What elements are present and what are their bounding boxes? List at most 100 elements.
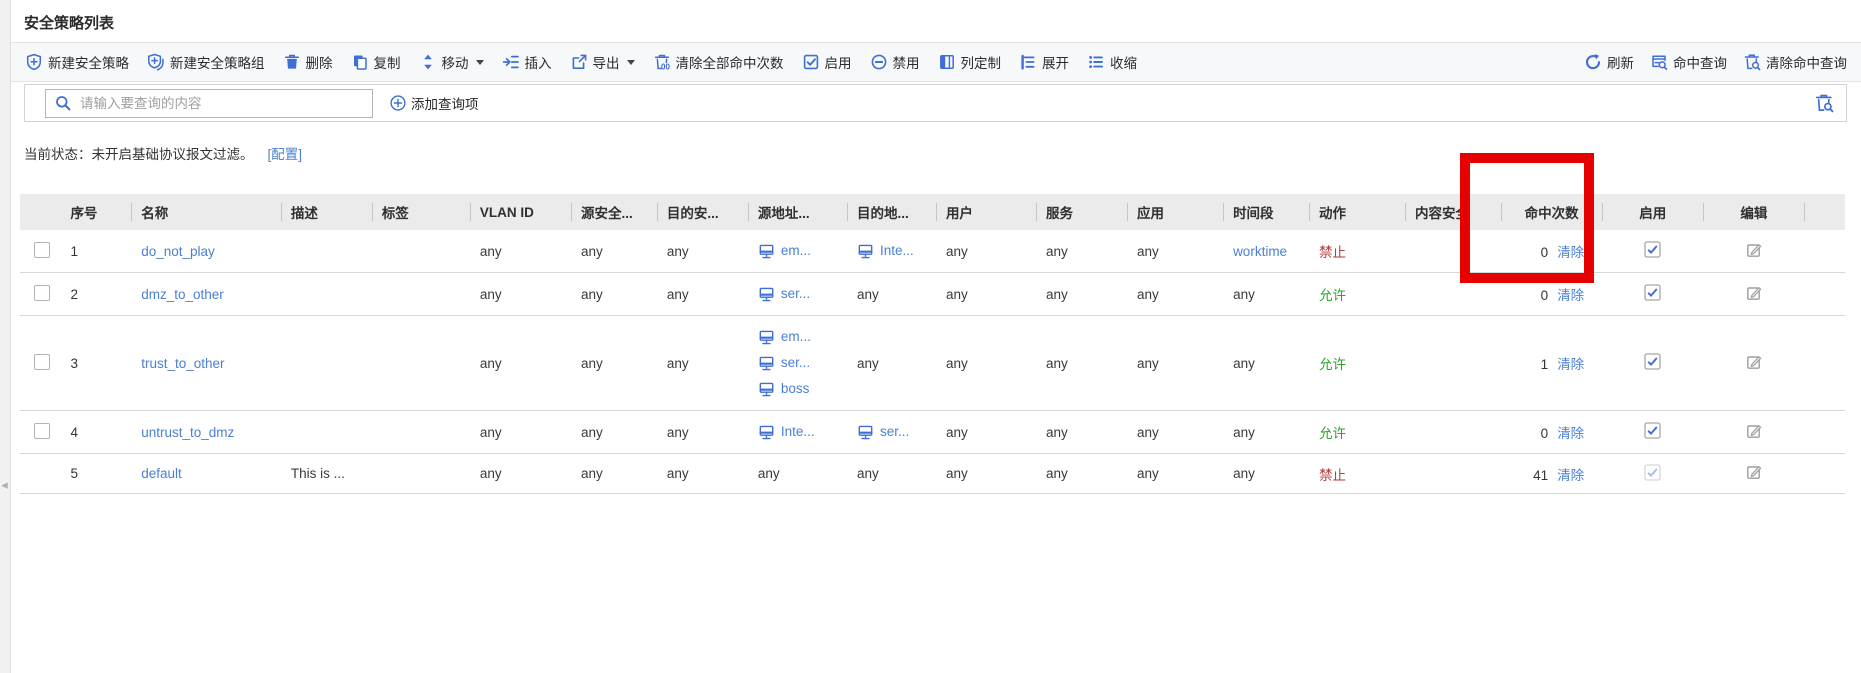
clear-hits-link[interactable]: 清除	[1557, 468, 1584, 483]
toolbar-button-label: 清除命中查询	[1766, 52, 1847, 72]
dst-addr-object[interactable]: ser...	[857, 420, 936, 444]
delete-button[interactable]: 删除	[283, 52, 333, 72]
user-cell: any	[936, 411, 1036, 454]
col-header-filler	[1804, 194, 1845, 230]
dst-zone-cell: any	[657, 454, 748, 494]
row-select-checkbox[interactable]	[34, 423, 50, 439]
col-header-select	[20, 194, 60, 230]
src-addr-cell: em...ser...boss	[748, 316, 847, 411]
clear-hits-link[interactable]: 清除	[1557, 357, 1584, 372]
src-addr-list: em...ser...boss	[758, 325, 847, 401]
clear-hits-icon: 00	[653, 53, 671, 71]
policy-name-link[interactable]: default	[141, 466, 182, 481]
new-security-policy-group-button[interactable]: 新建安全策略组	[147, 52, 265, 72]
collapse-button[interactable]: 收缩	[1087, 52, 1137, 72]
time-range-value: any	[1233, 356, 1255, 371]
dst-addr-value: any	[857, 356, 879, 371]
toolbar-button-label: 命中查询	[1673, 52, 1727, 72]
export-button[interactable]: 导出	[570, 52, 635, 72]
edit-cell	[1703, 316, 1804, 411]
column-customize-button[interactable]: 列定制	[938, 52, 1002, 72]
action-value: 禁止	[1319, 245, 1346, 260]
col-header-service: 服务	[1036, 194, 1127, 230]
insert-button[interactable]: 插入	[502, 52, 552, 72]
seq-cell: 2	[60, 273, 131, 316]
col-header-action: 动作	[1309, 194, 1405, 230]
dst-addr-value: any	[857, 466, 879, 481]
src-addr-object[interactable]: em...	[758, 239, 847, 263]
enable-cell	[1602, 273, 1703, 316]
policy-name-link[interactable]: untrust_to_dmz	[141, 425, 234, 440]
dst-addr-cell: any	[847, 316, 936, 411]
edit-icon[interactable]	[1745, 463, 1763, 481]
panel-collapse-handle[interactable]: ◂	[0, 470, 9, 500]
row-select-checkbox[interactable]	[34, 285, 50, 301]
col-header-dst_zone: 目的安...	[657, 194, 748, 230]
src-addr-object[interactable]: boss	[758, 377, 847, 401]
edit-icon[interactable]	[1745, 422, 1763, 440]
edit-icon[interactable]	[1745, 353, 1763, 371]
src-zone-cell: any	[571, 454, 657, 494]
move-button[interactable]: 移动	[419, 52, 484, 72]
clear-hit-query-icon	[1743, 53, 1761, 71]
clear-hits-link[interactable]: 清除	[1557, 288, 1584, 303]
table-row: 1do_not_playanyanyanyem...Inte...anyanya…	[20, 230, 1845, 273]
new-security-policy-button[interactable]: 新建安全策略	[25, 52, 129, 72]
clear-hit-query-icon-button[interactable]	[1814, 93, 1834, 113]
clear-all-hit-counts-button[interactable]: 00清除全部命中次数	[653, 52, 784, 72]
columns-icon	[938, 53, 956, 71]
dst-addr-object[interactable]: Inte...	[857, 239, 936, 263]
src-addr-object[interactable]: ser...	[758, 282, 847, 306]
time-range-value[interactable]: worktime	[1233, 244, 1287, 259]
enable-button[interactable]: 启用	[802, 52, 852, 72]
dst-addr-cell: ser...	[847, 411, 936, 454]
src-addr-object[interactable]: ser...	[758, 351, 847, 375]
clear-hits-link[interactable]: 清除	[1557, 245, 1584, 260]
enable-checkbox[interactable]	[1644, 353, 1661, 370]
toolbar-button-label: 导出	[593, 52, 620, 72]
policy-name-link[interactable]: trust_to_other	[141, 356, 224, 371]
hit-count-value: 0	[1541, 288, 1549, 303]
clear-hit-query-button[interactable]: 清除命中查询	[1743, 52, 1847, 72]
dst-zone-cell: any	[657, 230, 748, 273]
enable-checkbox[interactable]	[1644, 422, 1661, 439]
src-addr-list: em...	[758, 239, 847, 263]
toolbar-button-label: 移动	[442, 52, 469, 72]
desc-cell	[281, 230, 372, 273]
edit-cell	[1703, 454, 1804, 494]
src-addr-object[interactable]: em...	[758, 325, 847, 349]
enable-checkbox[interactable]	[1644, 241, 1661, 258]
edit-icon[interactable]	[1745, 284, 1763, 302]
app-cell: any	[1127, 273, 1223, 316]
col-header-app: 应用	[1127, 194, 1223, 230]
action-value: 允许	[1319, 357, 1346, 372]
policy-name-link[interactable]: do_not_play	[141, 244, 215, 259]
app-cell: any	[1127, 316, 1223, 411]
service-cell: any	[1036, 230, 1127, 273]
table-row: 2dmz_to_otheranyanyanyser...anyanyanyany…	[20, 273, 1845, 316]
src-addr-object[interactable]: Inte...	[758, 420, 847, 444]
action-cell: 允许	[1309, 316, 1405, 411]
edit-icon[interactable]	[1745, 241, 1763, 259]
dropdown-caret-icon	[476, 60, 484, 65]
add-query-button[interactable]: 添加查询项	[389, 93, 479, 113]
search-input[interactable]	[78, 95, 364, 112]
configure-link[interactable]: [配置]	[268, 147, 303, 162]
disable-button[interactable]: 禁用	[870, 52, 920, 72]
copy-button[interactable]: 复制	[351, 52, 401, 72]
add-circle-icon	[389, 94, 407, 112]
expand-button[interactable]: 展开	[1019, 52, 1069, 72]
refresh-button[interactable]: 刷新	[1584, 52, 1634, 72]
clear-hits-link[interactable]: 清除	[1557, 426, 1584, 441]
toolbar-button-label: 收缩	[1110, 52, 1137, 72]
search-input-box[interactable]	[45, 89, 373, 118]
row-select-checkbox[interactable]	[34, 354, 50, 370]
enable-checkbox[interactable]	[1644, 284, 1661, 301]
src-zone-cell: any	[571, 316, 657, 411]
row-select-checkbox[interactable]	[34, 242, 50, 258]
host-object-label: Inte...	[880, 239, 914, 263]
seq-cell: 1	[60, 230, 131, 273]
hit-query-button[interactable]: 命中查询	[1650, 52, 1727, 72]
policy-name-link[interactable]: dmz_to_other	[141, 287, 224, 302]
host-object-label: ser...	[880, 420, 909, 444]
